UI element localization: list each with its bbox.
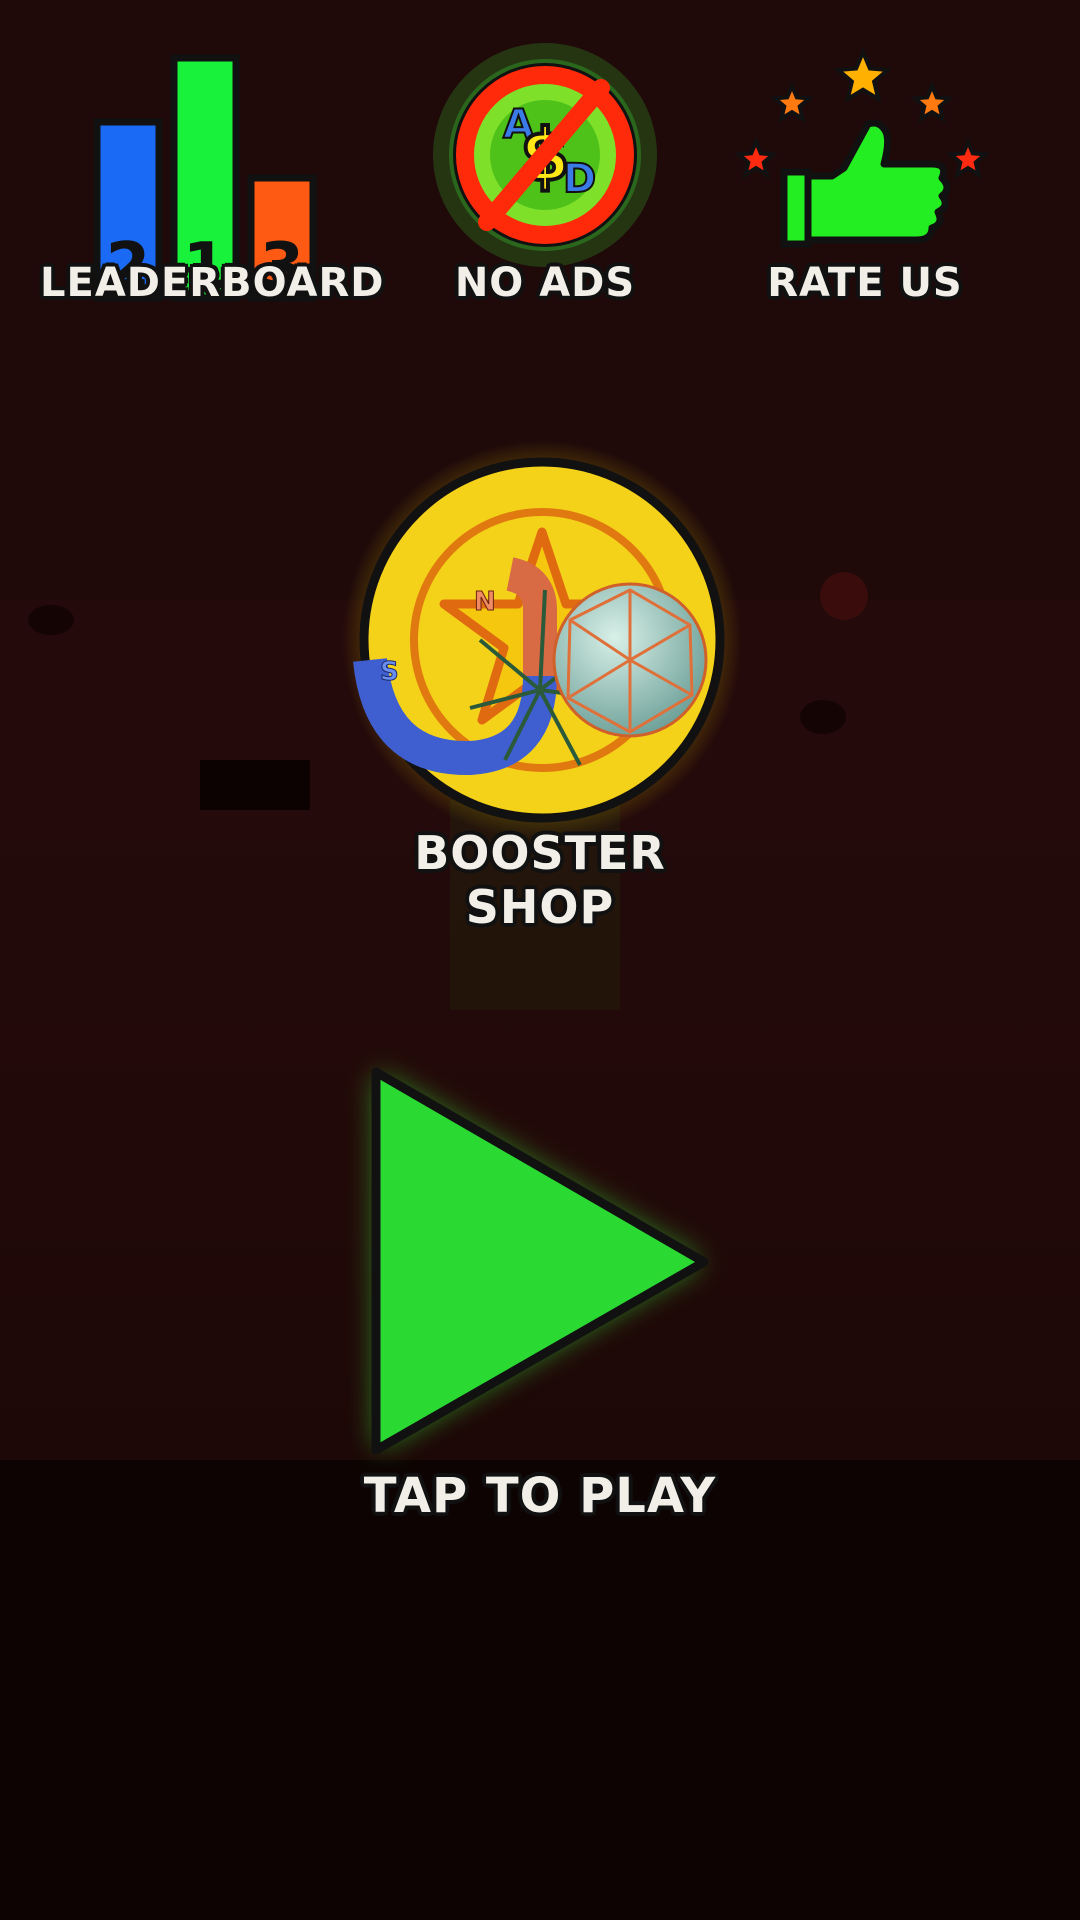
star-icon <box>833 46 893 104</box>
magnet-n-label: N <box>474 587 496 617</box>
booster-shop-label: BOOSTER SHOP <box>414 826 666 934</box>
geodesic-ball-icon <box>552 582 708 738</box>
play-button[interactable]: TAP TO PLAY <box>340 1040 740 1524</box>
star-icon <box>945 136 991 179</box>
magnet-s-label: S <box>380 657 399 687</box>
no-ads-label: NO ADS <box>454 260 636 306</box>
rate-us-button[interactable]: RATE US <box>720 40 1010 310</box>
play-triangle-icon <box>371 1067 709 1455</box>
booster-coin-icon: S N <box>342 440 742 840</box>
background-ball <box>820 572 868 620</box>
leaderboard-button[interactable]: 2 1 3 LEADERBOARD <box>40 50 385 310</box>
thumbs-up-icon <box>780 119 951 248</box>
background-hole-right <box>800 700 846 734</box>
star-icon <box>769 80 815 123</box>
star-icon <box>733 136 779 179</box>
tap-to-play-label: TAP TO PLAY <box>363 1468 717 1524</box>
play-triangle <box>371 1067 709 1455</box>
background-block <box>200 760 310 810</box>
no-ads-letter-d: D <box>563 156 596 202</box>
background-ground-silhouette <box>0 1460 1080 1920</box>
star-icon <box>909 80 955 123</box>
booster-shop-button[interactable]: S N BOOSTER SHOP <box>340 440 742 934</box>
leaderboard-label: LEADERBOARD <box>40 260 385 306</box>
rate-us-label: RATE US <box>767 260 963 306</box>
game-menu-screen: 2 1 3 LEADERBOARD A $ D NO ADS R <box>0 0 1080 1920</box>
no-ads-button[interactable]: A $ D NO ADS <box>415 43 675 310</box>
background-hole-left <box>28 605 74 635</box>
